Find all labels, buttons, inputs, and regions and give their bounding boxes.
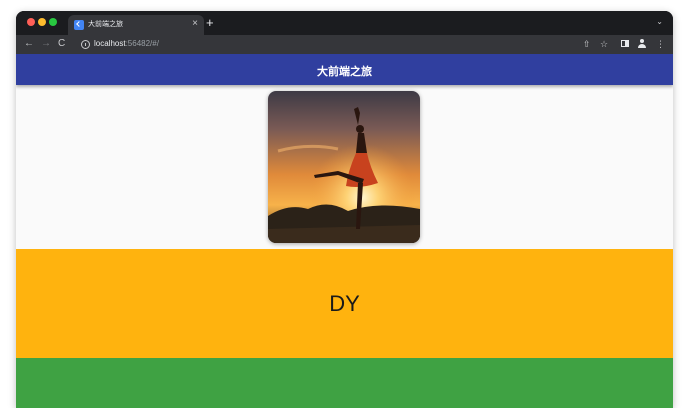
close-window-button[interactable]: [27, 18, 35, 26]
tab-strip: 大前端之旅 × + ⌄: [16, 11, 673, 35]
browser-window: 大前端之旅 × + ⌄ ← → C localhost:56482/#/ ⇧ ☆…: [16, 11, 673, 408]
app-bar: 大前端之旅: [16, 54, 673, 85]
browser-tab[interactable]: 大前端之旅 ×: [68, 15, 204, 35]
browser-toolbar: ← → C localhost:56482/#/ ⇧ ☆ ⋮: [16, 35, 673, 54]
dancer-photo: [268, 91, 420, 243]
new-tab-button[interactable]: +: [206, 15, 214, 31]
minimize-window-button[interactable]: [38, 18, 46, 26]
green-container: [16, 358, 673, 408]
tab-close-icon[interactable]: ×: [192, 18, 198, 30]
back-arrow-icon[interactable]: ←: [24, 37, 34, 51]
site-info-icon[interactable]: [81, 40, 90, 49]
reload-icon[interactable]: C: [58, 37, 65, 51]
image-section: [16, 85, 673, 249]
bookmark-star-icon[interactable]: ☆: [600, 37, 608, 51]
share-icon[interactable]: ⇧: [583, 37, 591, 51]
forward-arrow-icon[interactable]: →: [41, 37, 51, 51]
maximize-window-button[interactable]: [49, 18, 57, 26]
app-bar-title: 大前端之旅: [317, 66, 372, 78]
page-content: 大前端之旅 DY: [16, 54, 673, 408]
yellow-container: DY: [16, 249, 673, 358]
browser-menu-icon[interactable]: ⋮: [656, 37, 665, 51]
side-panel-icon[interactable]: [621, 40, 629, 47]
yellow-container-text: DY: [329, 291, 360, 316]
url-host: localhost: [94, 39, 126, 48]
url-path: :56482/#/: [125, 39, 159, 48]
address-bar[interactable]: localhost:56482/#/: [76, 37, 576, 52]
dancer-sunset-image: [268, 91, 420, 243]
tab-search-icon[interactable]: ⌄: [656, 17, 663, 27]
url-text: localhost:56482/#/: [94, 39, 159, 48]
flutter-favicon-icon: [74, 20, 84, 30]
tab-title: 大前端之旅: [88, 21, 123, 28]
profile-icon[interactable]: [638, 39, 646, 48]
